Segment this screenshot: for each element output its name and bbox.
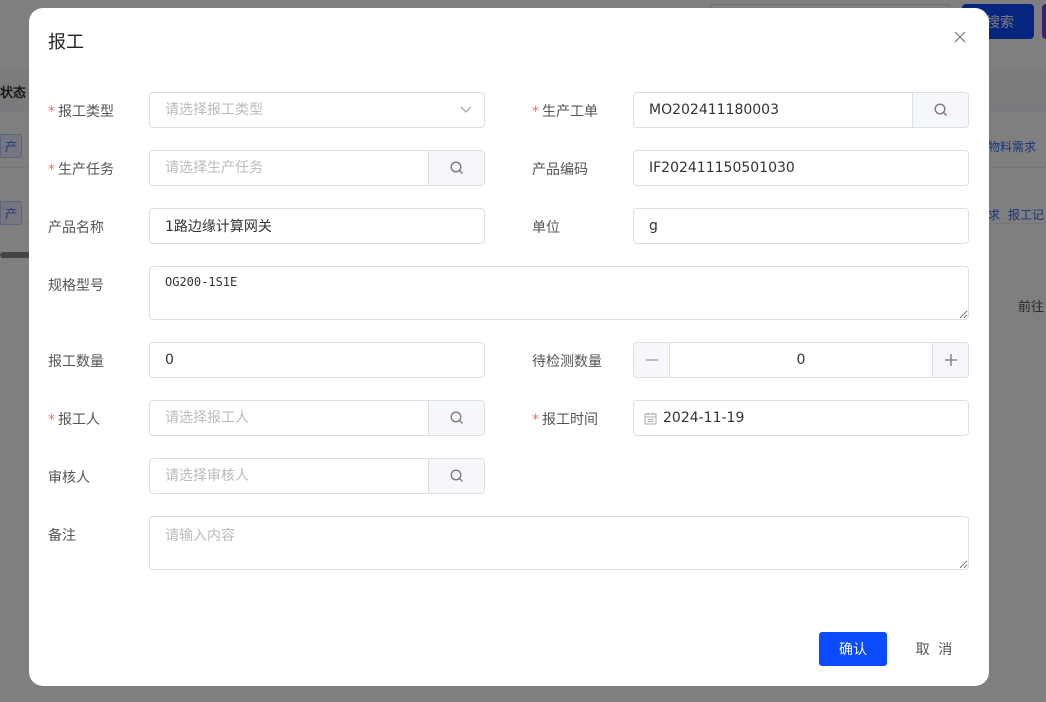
report-dialog: 报工 *报工类型 *生产工单 MO202411180003 *生产任务 产品编码… [29, 8, 989, 686]
work-order-label-text: 生产工单 [542, 104, 598, 120]
product-code-field[interactable]: IF202411150501030 [633, 150, 969, 186]
unit-value: g [649, 218, 658, 234]
report-time-value: 2024-11-19 [663, 410, 745, 426]
unit-field[interactable]: g [633, 208, 969, 244]
reporter-input[interactable] [150, 401, 428, 435]
required-mark: * [532, 104, 539, 120]
report-qty-label: 报工数量 [48, 354, 104, 370]
report-time-label: * 报工时间 [532, 409, 598, 429]
product-name-field[interactable]: 1路边缘计算网关 [149, 208, 485, 244]
reviewer-label: 审核人 [48, 470, 90, 486]
reporter-search-button[interactable] [428, 401, 484, 435]
reviewer-search-button[interactable] [428, 459, 484, 493]
search-icon [934, 103, 947, 116]
work-order-search-button[interactable] [912, 93, 968, 127]
pending-qty-value: 0 [796, 352, 806, 368]
search-icon [450, 161, 463, 174]
production-task-label: * 生产任务 [48, 159, 114, 179]
required-mark: * [48, 104, 55, 120]
pending-qty-stepper[interactable]: 0 [633, 342, 969, 378]
production-task-input[interactable] [150, 151, 428, 185]
production-task-field[interactable] [149, 150, 485, 186]
report-type-label: * 报工类型 [48, 101, 114, 121]
calendar-icon [634, 412, 657, 425]
confirm-button[interactable]: 确认 [819, 632, 887, 666]
spec-textarea[interactable]: OG200-1S1E [150, 267, 968, 319]
production-task-label-text: 生产任务 [58, 162, 114, 178]
dialog-title: 报工 [48, 32, 84, 53]
remark-field[interactable] [149, 516, 969, 570]
reporter-label: * 报工人 [48, 409, 100, 429]
required-mark: * [532, 412, 539, 428]
remark-label: 备注 [48, 528, 76, 544]
reviewer-input[interactable] [150, 459, 428, 493]
required-mark: * [48, 412, 55, 428]
product-code-value: IF202411150501030 [649, 160, 795, 176]
reporter-field[interactable] [149, 400, 485, 436]
reporter-label-text: 报工人 [58, 412, 100, 428]
remark-textarea[interactable] [150, 517, 968, 569]
chevron-down-icon [448, 106, 484, 114]
work-order-value: MO202411180003 [649, 102, 779, 118]
product-name-label: 产品名称 [48, 220, 104, 236]
report-qty-value: 0 [165, 352, 174, 368]
spec-label: 规格型号 [48, 278, 104, 294]
report-type-select[interactable] [149, 92, 485, 128]
report-type-label-text: 报工类型 [58, 104, 114, 120]
report-time-datepicker[interactable]: 2024-11-19 [633, 400, 969, 436]
product-name-value: 1路边缘计算网关 [165, 219, 272, 235]
report-qty-field[interactable]: 0 [149, 342, 485, 378]
search-icon [450, 469, 463, 482]
pending-qty-label: 待检测数量 [532, 354, 602, 370]
work-order-label: * 生产工单 [532, 101, 598, 121]
required-mark: * [48, 162, 55, 178]
spec-field[interactable]: OG200-1S1E [149, 266, 969, 320]
increment-button[interactable] [932, 343, 968, 377]
plus-icon [944, 354, 957, 366]
report-type-input[interactable] [150, 93, 448, 127]
close-icon [954, 31, 966, 43]
production-task-search-button[interactable] [428, 151, 484, 185]
work-order-field[interactable]: MO202411180003 [633, 92, 969, 128]
search-icon [450, 411, 463, 424]
close-button[interactable] [949, 26, 971, 48]
unit-label: 单位 [532, 220, 560, 236]
product-code-label: 产品编码 [532, 162, 588, 178]
minus-icon [645, 359, 658, 361]
reviewer-field[interactable] [149, 458, 485, 494]
decrement-button[interactable] [634, 343, 670, 377]
cancel-button[interactable]: 取 消 [901, 632, 969, 666]
report-time-label-text: 报工时间 [542, 412, 598, 428]
